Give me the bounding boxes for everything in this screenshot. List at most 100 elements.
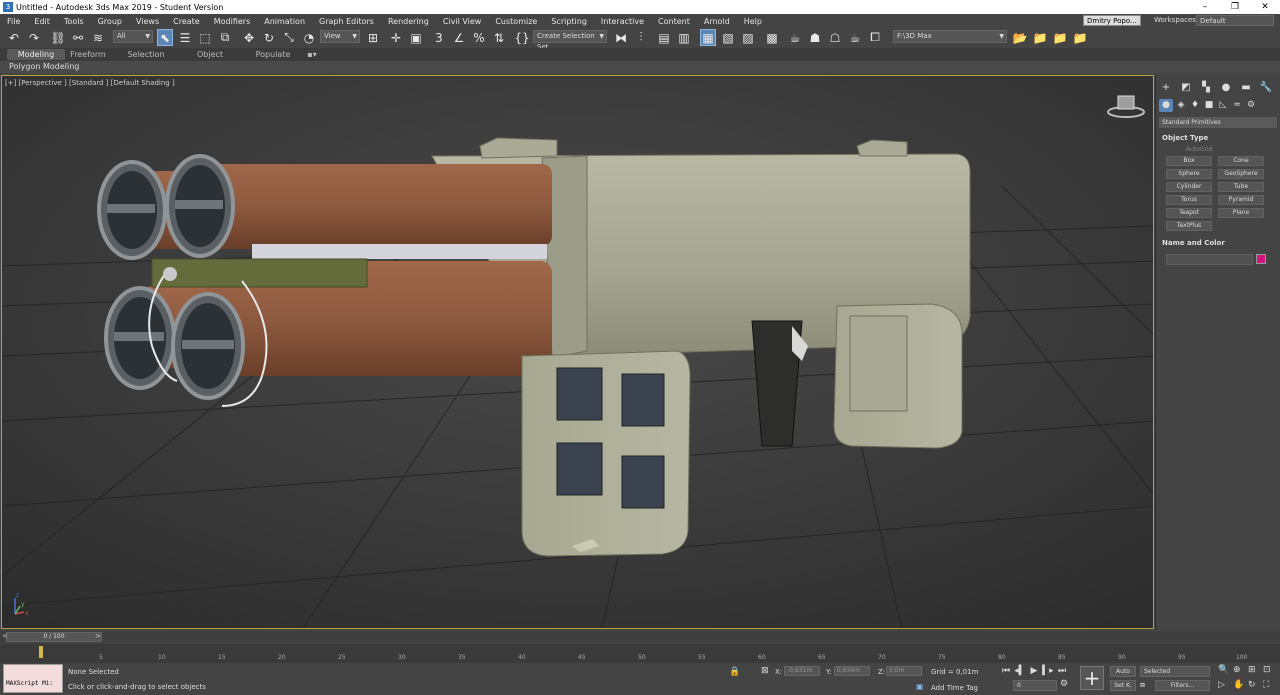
lock-icon[interactable]: 🔒 [729,667,740,677]
orbit-icon[interactable]: ↻ [1248,680,1256,690]
link-icon[interactable]: ⛓ [50,29,66,46]
select-object-icon[interactable]: ⬉ [157,29,173,46]
pyramid-button[interactable]: Pyramid [1218,195,1264,205]
layer-explorer-icon[interactable]: ▤ [656,29,672,46]
toggle-ribbon-icon[interactable]: ▥ [676,29,692,46]
filters-button[interactable]: Filters... [1155,680,1210,691]
spinner-snap-icon[interactable]: ⇅ [491,29,507,46]
zoom-extents-all-icon[interactable]: ⊡ [1263,665,1271,675]
next-frame-icon[interactable]: ▍▸ [1042,666,1054,676]
menu-create[interactable]: Create [166,17,207,26]
minimize-button[interactable]: – [1190,0,1220,14]
project-folder-dropdown[interactable]: F:\3D Max ▼ [893,30,1007,43]
tab-selection[interactable]: Selection [125,49,167,60]
zoom-icon[interactable]: 🔍 [1218,665,1229,675]
slider-prev-icon[interactable]: < [2,632,8,640]
display-tab-icon[interactable]: ▬ [1238,81,1254,95]
select-by-name-icon[interactable]: ☰ [177,29,193,46]
textplus-button[interactable]: TextPlus [1166,221,1212,231]
auto-key-button[interactable]: Auto [1110,666,1136,677]
set-key-button[interactable]: Set K. [1110,680,1136,691]
previous-frame-icon[interactable]: ◂▍ [1014,666,1026,676]
zoom-all-icon[interactable]: ⊕ [1233,665,1241,675]
time-configuration-icon[interactable]: ⚙ [1060,679,1068,689]
autogrid-checkbox[interactable]: AutoGrid [1186,146,1213,153]
menu-file[interactable]: File [0,17,27,26]
place-icon[interactable]: ◔ [301,29,317,46]
pan-view-icon[interactable]: ✋ [1233,680,1244,690]
render-in-cloud-icon[interactable]: ⧠ [867,29,883,46]
menu-rendering[interactable]: Rendering [381,17,436,26]
render-iterative-icon[interactable]: ☖ [827,29,843,46]
time-tag-icon[interactable]: ▣ [916,682,924,691]
bind-space-warp-icon[interactable]: ≋ [90,29,106,46]
ribbon-options-icon[interactable]: ▪▾ [303,49,321,60]
scale-icon[interactable]: ⤡ [281,29,297,46]
key-filters-icon[interactable]: ⧈ [1140,680,1145,690]
menu-customize[interactable]: Customize [488,17,544,26]
viewport-scene[interactable]: z x y [2,76,1154,629]
menu-views[interactable]: Views [129,17,166,26]
absolute-mode-icon[interactable]: ⊠ [761,666,769,676]
maxscript-listener[interactable]: MAXScript Mi: [3,664,63,693]
current-frame-field[interactable]: 0 [1013,680,1057,691]
angle-snap-icon[interactable]: ∠ [451,29,467,46]
tab-populate[interactable]: Populate [254,49,292,60]
object-color-swatch[interactable] [1256,254,1266,264]
slider-next-icon[interactable]: > [95,632,101,640]
maximize-button[interactable]: ❐ [1220,0,1250,14]
material-editor-icon[interactable]: ▨ [740,29,756,46]
key-mode-dropdown[interactable]: Selected [1140,666,1210,677]
cylinder-button[interactable]: Cylinder [1166,182,1212,192]
play-icon[interactable]: ▶ [1028,666,1040,676]
sphere-button[interactable]: Sphere [1166,169,1212,179]
curve-editor-icon[interactable]: ▦ [700,29,716,46]
hierarchy-tab-icon[interactable]: ▚ [1198,81,1214,95]
edit-named-selection-icon[interactable]: {} [514,29,530,46]
keyboard-shortcut-icon[interactable]: ▣ [408,29,424,46]
primitive-category-dropdown[interactable]: Standard Primitives [1159,117,1277,128]
schematic-view-icon[interactable]: ▧ [720,29,736,46]
go-to-start-icon[interactable]: ⏮ [1000,666,1012,676]
select-manipulate-icon[interactable]: ✛ [388,29,404,46]
shapes-icon[interactable]: ◈ [1174,99,1188,112]
object-name-input[interactable] [1166,254,1253,265]
snaps-toggle-icon[interactable]: 3 [431,29,447,46]
menu-content[interactable]: Content [651,17,697,26]
name-and-color-rollout[interactable]: Name and Color [1159,238,1277,249]
menu-graph-editors[interactable]: Graph Editors [312,17,381,26]
workspace-dropdown[interactable]: Default [1196,15,1274,26]
motion-tab-icon[interactable]: ● [1218,81,1234,95]
set-project-icon[interactable]: 📁 [1072,29,1088,46]
menu-help[interactable]: Help [737,17,769,26]
helpers-icon[interactable]: ◺ [1216,99,1230,112]
render-production-icon[interactable]: ☗ [807,29,823,46]
create-tab-icon[interactable]: + [1158,81,1174,95]
menu-interactive[interactable]: Interactive [594,17,651,26]
menu-tools[interactable]: Tools [57,17,91,26]
utilities-tab-icon[interactable]: 🔧 [1258,81,1274,95]
menu-animation[interactable]: Animation [257,17,312,26]
tab-freeform[interactable]: Freeform [66,49,110,60]
create-selection-set-dropdown[interactable]: Create Selection Set ▼ [533,30,607,51]
open-file-icon[interactable]: 📂 [1012,29,1028,46]
close-button[interactable]: ✕ [1250,0,1280,14]
x-coordinate-field[interactable]: -0,631m [784,666,820,676]
set-key-icon[interactable]: + [1080,666,1104,690]
menu-arnold[interactable]: Arnold [697,17,737,26]
object-type-rollout[interactable]: Object Type [1159,133,1277,144]
window-crossing-icon[interactable]: ⧉ [217,29,233,46]
tube-button[interactable]: Tube [1218,182,1264,192]
cone-button[interactable]: Cone [1218,156,1264,166]
torus-button[interactable]: Torus [1166,195,1212,205]
pivot-center-icon[interactable]: ⊞ [365,29,381,46]
unlink-icon[interactable]: ⚯ [70,29,86,46]
redo-icon[interactable]: ↷ [26,29,42,46]
zoom-extents-icon[interactable]: ⊞ [1248,665,1256,675]
percent-snap-icon[interactable]: % [471,29,487,46]
systems-icon[interactable]: ⚙ [1244,99,1258,112]
menu-civil-view[interactable]: Civil View [436,17,489,26]
rectangular-selection-icon[interactable]: ⬚ [197,29,213,46]
polygon-modeling-panel[interactable]: Polygon Modeling [9,61,79,73]
project-folder-icon[interactable]: 📁 [1052,29,1068,46]
